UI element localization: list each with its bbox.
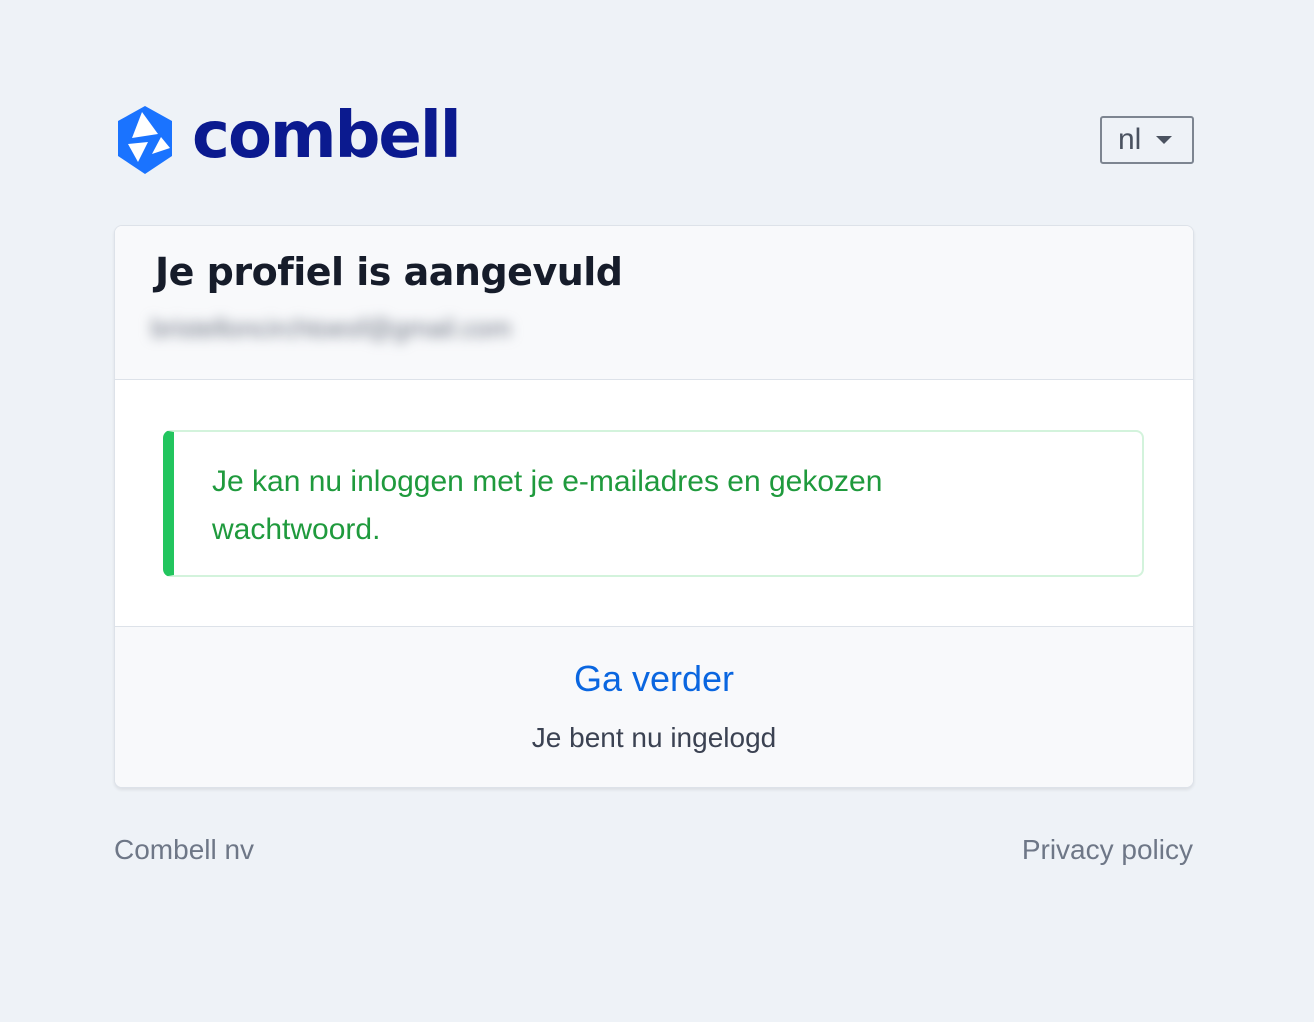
combell-logo-icon <box>118 106 172 174</box>
brand-name: combell <box>192 99 462 173</box>
success-alert: Je kan nu inloggen met je e-mailadres en… <box>163 430 1144 577</box>
header: combell nl <box>114 100 1194 180</box>
logged-in-status: Je bent nu ingelogd <box>531 722 777 753</box>
combell-logo[interactable]: combell <box>114 99 462 176</box>
profile-card: Je profiel is aangevuld bristelloncircht… <box>114 225 1194 788</box>
language-select[interactable]: nl <box>1100 116 1194 164</box>
caret-down-icon <box>1156 136 1172 144</box>
language-select-value: nl <box>1118 123 1142 156</box>
user-email-blurred: bristelloncirchtoesf@gmail.com <box>151 313 512 343</box>
privacy-policy-link[interactable]: Privacy policy <box>1022 832 1193 868</box>
card-header: Je profiel is aangevuld bristelloncircht… <box>115 226 1193 380</box>
company-name: Combell nv <box>114 834 255 865</box>
page-title: Je profiel is aangevuld <box>155 250 623 294</box>
continue-link[interactable]: Ga verder <box>115 657 1193 701</box>
card-body: Je kan nu inloggen met je e-mailadres en… <box>115 380 1193 626</box>
success-alert-text: Je kan nu inloggen met je e-mailadres en… <box>212 465 883 546</box>
card-footer: Ga verder Je bent nu ingelogd <box>115 626 1193 787</box>
